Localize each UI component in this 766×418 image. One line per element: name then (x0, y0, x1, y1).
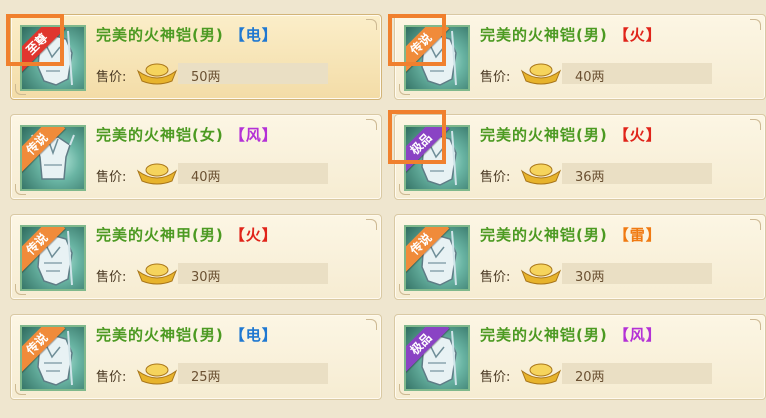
shop-item-card[interactable]: 传说 完美的火神铠(男) 【火】 售价: 40两 (394, 14, 766, 100)
shop-item-card[interactable]: 极品 完美的火神铠(男) 【风】 售价: 20两 (394, 314, 766, 400)
item-name: 完美的火神铠(女) 【风】 (96, 124, 278, 145)
element-tag: 【电】 (229, 326, 278, 344)
item-name: 完美的火神甲(男) 【火】 (96, 224, 278, 245)
item-name-text: 完美的火神铠(男) (480, 26, 608, 44)
item-name: 完美的火神铠(男) 【电】 (96, 24, 278, 45)
gold-ingot-icon (136, 263, 178, 285)
card-corner-ornament (366, 19, 377, 30)
price-label: 售价: (480, 70, 511, 85)
price-row: 售价: 36两 (480, 163, 750, 185)
shop-item-grid: 至尊 完美的火神铠(男) 【电】 售价: 50两 传说 完美的火神铠(男) 【火… (0, 0, 766, 418)
armor-icon: 传说 (20, 325, 86, 391)
armor-icon: 传说 (404, 225, 470, 291)
price-label: 售价: (96, 70, 127, 85)
item-name: 完美的火神铠(男) 【雷】 (480, 224, 662, 245)
price-label: 售价: (480, 270, 511, 285)
item-name-text: 完美的火神铠(男) (480, 226, 608, 244)
price-row: 售价: 40两 (96, 163, 366, 185)
shop-item-card[interactable]: 至尊 完美的火神铠(男) 【电】 售价: 50两 (10, 14, 382, 100)
element-tag: 【雷】 (613, 226, 662, 244)
item-name-text: 完美的火神铠(男) (96, 26, 224, 44)
item-name-text: 完美的火神铠(男) (480, 326, 608, 344)
card-corner-ornament (750, 219, 761, 230)
item-name: 完美的火神铠(男) 【火】 (480, 24, 662, 45)
price-value: 30两 (191, 270, 221, 285)
shop-item-card[interactable]: 传说 完美的火神铠(男) 【雷】 售价: 30两 (394, 214, 766, 300)
shop-item-card[interactable]: 极品 完美的火神铠(男) 【火】 售价: 36两 (394, 114, 766, 200)
armor-icon: 极品 (404, 325, 470, 391)
gold-ingot-icon (136, 363, 178, 385)
card-corner-ornament (750, 119, 761, 130)
price-row: 售价: 50两 (96, 63, 366, 85)
element-tag: 【火】 (229, 226, 278, 244)
armor-icon: 传说 (20, 125, 86, 191)
gold-ingot-icon (136, 63, 178, 85)
card-corner-ornament (750, 19, 761, 30)
card-corner-ornament (750, 319, 761, 330)
item-name: 完美的火神铠(男) 【风】 (480, 324, 662, 345)
item-name-text: 完美的火神甲(男) (96, 226, 224, 244)
price-value: 30两 (575, 270, 605, 285)
gold-ingot-icon (136, 163, 178, 185)
shop-item-card[interactable]: 传说 完美的火神铠(男) 【电】 售价: 25两 (10, 314, 382, 400)
price-value: 25两 (191, 370, 221, 385)
gold-ingot-icon (520, 363, 562, 385)
element-tag: 【风】 (229, 126, 278, 144)
item-name: 完美的火神铠(男) 【火】 (480, 124, 662, 145)
item-name: 完美的火神铠(男) 【电】 (96, 324, 278, 345)
gold-ingot-icon (520, 63, 562, 85)
card-corner-ornament (366, 319, 377, 330)
price-row: 售价: 20两 (480, 363, 750, 385)
price-value: 20两 (575, 370, 605, 385)
price-label: 售价: (480, 370, 511, 385)
price-value: 50两 (191, 70, 221, 85)
price-label: 售价: (96, 270, 127, 285)
price-row: 售价: 25两 (96, 363, 366, 385)
price-row: 售价: 40两 (480, 63, 750, 85)
item-name-text: 完美的火神铠(男) (480, 126, 608, 144)
armor-icon: 传说 (20, 225, 86, 291)
element-tag: 【火】 (613, 26, 662, 44)
price-row: 售价: 30两 (480, 263, 750, 285)
shop-item-card[interactable]: 传说 完美的火神甲(男) 【火】 售价: 30两 (10, 214, 382, 300)
armor-icon: 至尊 (20, 25, 86, 91)
item-name-text: 完美的火神铠(女) (96, 126, 224, 144)
price-value: 36两 (575, 170, 605, 185)
gold-ingot-icon (520, 163, 562, 185)
price-label: 售价: (480, 170, 511, 185)
price-value: 40两 (191, 170, 221, 185)
price-value: 40两 (575, 70, 605, 85)
price-row: 售价: 30两 (96, 263, 366, 285)
price-label: 售价: (96, 370, 127, 385)
price-label: 售价: (96, 170, 127, 185)
armor-icon: 传说 (404, 25, 470, 91)
card-corner-ornament (366, 219, 377, 230)
gold-ingot-icon (520, 263, 562, 285)
element-tag: 【风】 (613, 326, 662, 344)
element-tag: 【电】 (229, 26, 278, 44)
armor-icon: 极品 (404, 125, 470, 191)
card-corner-ornament (366, 119, 377, 130)
shop-item-card[interactable]: 传说 完美的火神铠(女) 【风】 售价: 40两 (10, 114, 382, 200)
item-name-text: 完美的火神铠(男) (96, 326, 224, 344)
element-tag: 【火】 (613, 126, 662, 144)
